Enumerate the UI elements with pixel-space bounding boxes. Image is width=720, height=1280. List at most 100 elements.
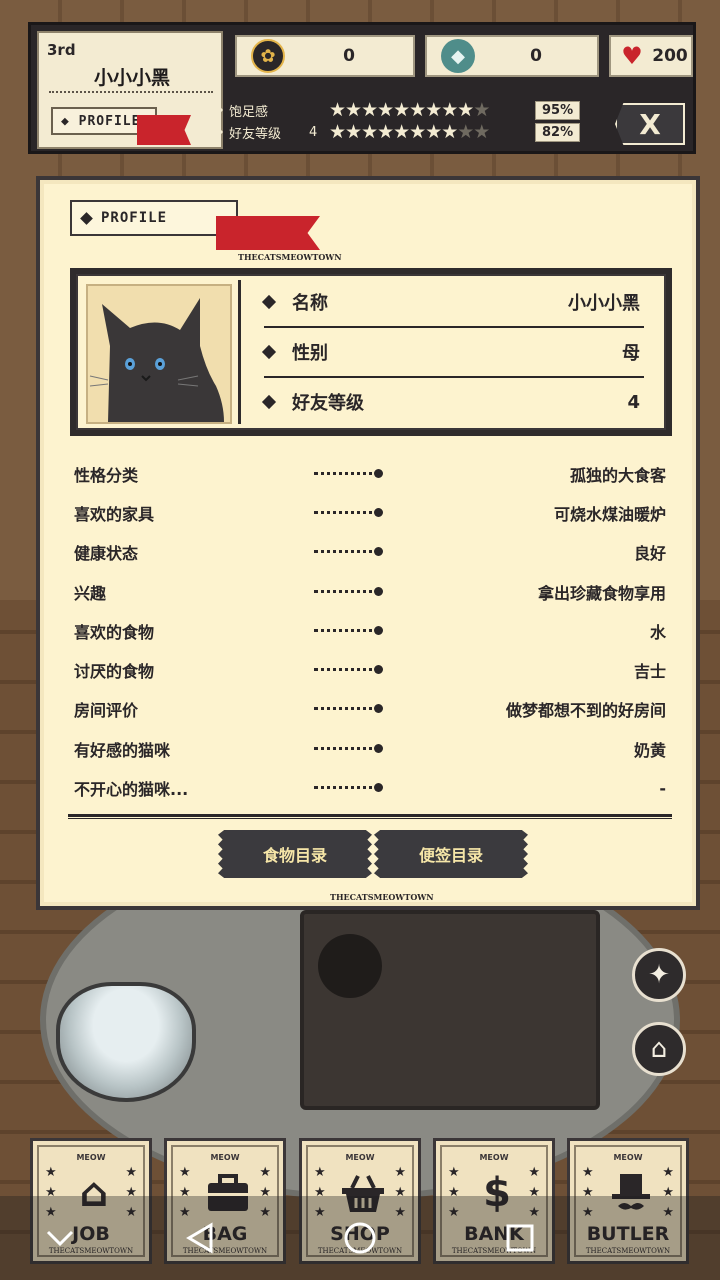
info-row-friend-level: 好友等级 4 bbox=[261, 384, 640, 420]
sparkle-button[interactable]: ✦ bbox=[632, 948, 686, 1002]
dot-icon bbox=[374, 783, 383, 793]
brand-text: THECATSMEOWTOWN bbox=[238, 252, 342, 262]
info-value: 4 bbox=[627, 391, 640, 413]
info-divider bbox=[264, 326, 644, 328]
profile-panel: PROFILE THECATSMEOWTOWN 名称 小小小黑 性别 母 好友等… bbox=[36, 176, 700, 910]
paw-counter: ✿ 0 bbox=[235, 35, 415, 77]
dotted-leader bbox=[314, 471, 380, 475]
sparkle-icon: ✦ bbox=[648, 960, 670, 990]
panel-title: PROFILE bbox=[101, 210, 168, 226]
info-label: 名称 bbox=[292, 293, 328, 314]
attr-label: 喜欢的食物 bbox=[74, 622, 155, 642]
profile-tab-label: PROFILE bbox=[78, 113, 141, 129]
attr-row: 有好感的猫咪 奶黄 bbox=[74, 729, 666, 768]
back-icon[interactable] bbox=[178, 1216, 222, 1260]
dot-icon bbox=[374, 665, 383, 675]
brand-text: THECATSMEOWTOWN bbox=[330, 892, 434, 902]
close-icon: X bbox=[639, 107, 661, 141]
attr-label: 健康状态 bbox=[74, 544, 139, 564]
dot-icon bbox=[374, 743, 383, 753]
dot-icon bbox=[374, 586, 383, 596]
cat-info-inner: 名称 小小小黑 性别 母 好友等级 4 bbox=[76, 274, 666, 430]
attr-row: 健康状态 良好 bbox=[74, 533, 666, 572]
black-cat-illustration bbox=[88, 286, 230, 422]
diamond-counter: ◆ 0 bbox=[425, 35, 599, 77]
dotted-leader bbox=[314, 510, 380, 514]
home-button[interactable]: ⌂ bbox=[632, 1022, 686, 1076]
paw-value: 0 bbox=[343, 46, 355, 66]
friendship-meter: 好友等级 4 ★★★★★★★★★★ 82% bbox=[208, 121, 611, 143]
chevron-down-icon[interactable] bbox=[38, 1216, 82, 1260]
satiety-stars: ★★★★★★★★★★ bbox=[329, 99, 490, 121]
info-value: 母 bbox=[622, 343, 640, 364]
attr-label: 兴趣 bbox=[74, 583, 107, 603]
home-circle-icon[interactable] bbox=[338, 1216, 382, 1260]
info-label: 性别 bbox=[292, 343, 328, 364]
dotted-leader bbox=[314, 707, 380, 711]
dotted-leader bbox=[314, 786, 380, 790]
bullet-icon bbox=[261, 294, 277, 310]
satiety-percent: 95% bbox=[535, 100, 581, 120]
info-label: 好友等级 bbox=[292, 393, 364, 414]
dot-icon bbox=[374, 468, 383, 478]
bullet-icon bbox=[208, 102, 224, 118]
attr-row: 不开心的猫咪... - bbox=[74, 768, 666, 807]
dotted-divider bbox=[49, 91, 213, 93]
attr-label: 房间评价 bbox=[74, 701, 139, 721]
note-catalog-button[interactable]: 便签目录 bbox=[374, 830, 528, 878]
recents-icon[interactable] bbox=[498, 1216, 542, 1260]
friendship-level: 4 bbox=[309, 124, 318, 140]
meow-text: MEOW bbox=[345, 1153, 375, 1162]
meow-text: MEOW bbox=[76, 1153, 106, 1162]
friendship-label: 好友等级 bbox=[229, 126, 282, 142]
dotted-leader bbox=[314, 628, 380, 632]
bullet-icon bbox=[261, 394, 277, 410]
diamond-icon: ◆ bbox=[441, 39, 475, 73]
bullet-icon bbox=[261, 344, 277, 360]
friendship-stars: ★★★★★★★★★★ bbox=[329, 121, 490, 143]
dotted-leader bbox=[314, 668, 380, 672]
attr-label: 讨厌的食物 bbox=[74, 662, 155, 682]
attr-row: 喜欢的食物 水 bbox=[74, 611, 666, 650]
info-value: 小小小黑 bbox=[568, 293, 640, 314]
cat-name: 小小小黑 bbox=[93, 67, 170, 89]
attr-value: 做梦都想不到的好房间 bbox=[505, 701, 666, 721]
vertical-divider bbox=[238, 280, 241, 424]
dot-icon bbox=[374, 625, 383, 635]
food-catalog-button[interactable]: 食物目录 bbox=[218, 830, 372, 878]
red-ribbon bbox=[216, 216, 320, 250]
bullet-icon bbox=[208, 124, 224, 140]
paw-icon: ✿ bbox=[251, 39, 285, 73]
cat-rank: 3rd bbox=[47, 41, 76, 59]
dotted-leader bbox=[314, 589, 380, 593]
close-button[interactable]: X bbox=[615, 103, 685, 145]
cat-info-box: 名称 小小小黑 性别 母 好友等级 4 bbox=[70, 268, 672, 436]
radio-furniture[interactable] bbox=[300, 910, 600, 1110]
cat-summary-card: 3rd 小小小黑 ◆ PROFILE bbox=[37, 31, 223, 149]
attr-value: 可烧水煤油暖炉 bbox=[553, 504, 666, 524]
attr-value: 水 bbox=[649, 622, 666, 642]
top-hud: 3rd 小小小黑 ◆ PROFILE ✿ 0 ◆ 0 ♥ 200 饱足感 ★★★… bbox=[28, 22, 696, 154]
attr-row: 性格分类 孤独的大食客 bbox=[74, 454, 666, 493]
home-icon: ⌂ bbox=[650, 1034, 668, 1064]
dot-icon bbox=[374, 507, 383, 517]
heart-icon: ♥ bbox=[621, 42, 643, 70]
radio-speaker bbox=[318, 934, 382, 998]
cat-meters: 饱足感 ★★★★★★★★★★ 95% 好友等级 4 ★★★★★★★★★★ 82% bbox=[208, 97, 611, 145]
meow-text: MEOW bbox=[613, 1153, 643, 1162]
info-row-gender: 性别 母 bbox=[261, 334, 640, 370]
dot-icon bbox=[374, 704, 383, 714]
heart-counter: ♥ 200 bbox=[609, 35, 693, 77]
friendship-percent: 82% bbox=[535, 122, 581, 142]
dotted-leader bbox=[314, 550, 380, 554]
attr-label: 有好感的猫咪 bbox=[74, 740, 171, 760]
attr-label: 不开心的猫咪... bbox=[74, 780, 189, 800]
cat-portrait bbox=[86, 284, 232, 424]
water-glass[interactable] bbox=[56, 982, 196, 1102]
system-nav-bar bbox=[0, 1196, 720, 1280]
meow-text: MEOW bbox=[479, 1153, 509, 1162]
bullet-icon bbox=[80, 211, 93, 225]
attr-value: - bbox=[659, 778, 666, 798]
meow-text: MEOW bbox=[210, 1153, 240, 1162]
attr-value: 孤独的大食客 bbox=[569, 465, 666, 485]
